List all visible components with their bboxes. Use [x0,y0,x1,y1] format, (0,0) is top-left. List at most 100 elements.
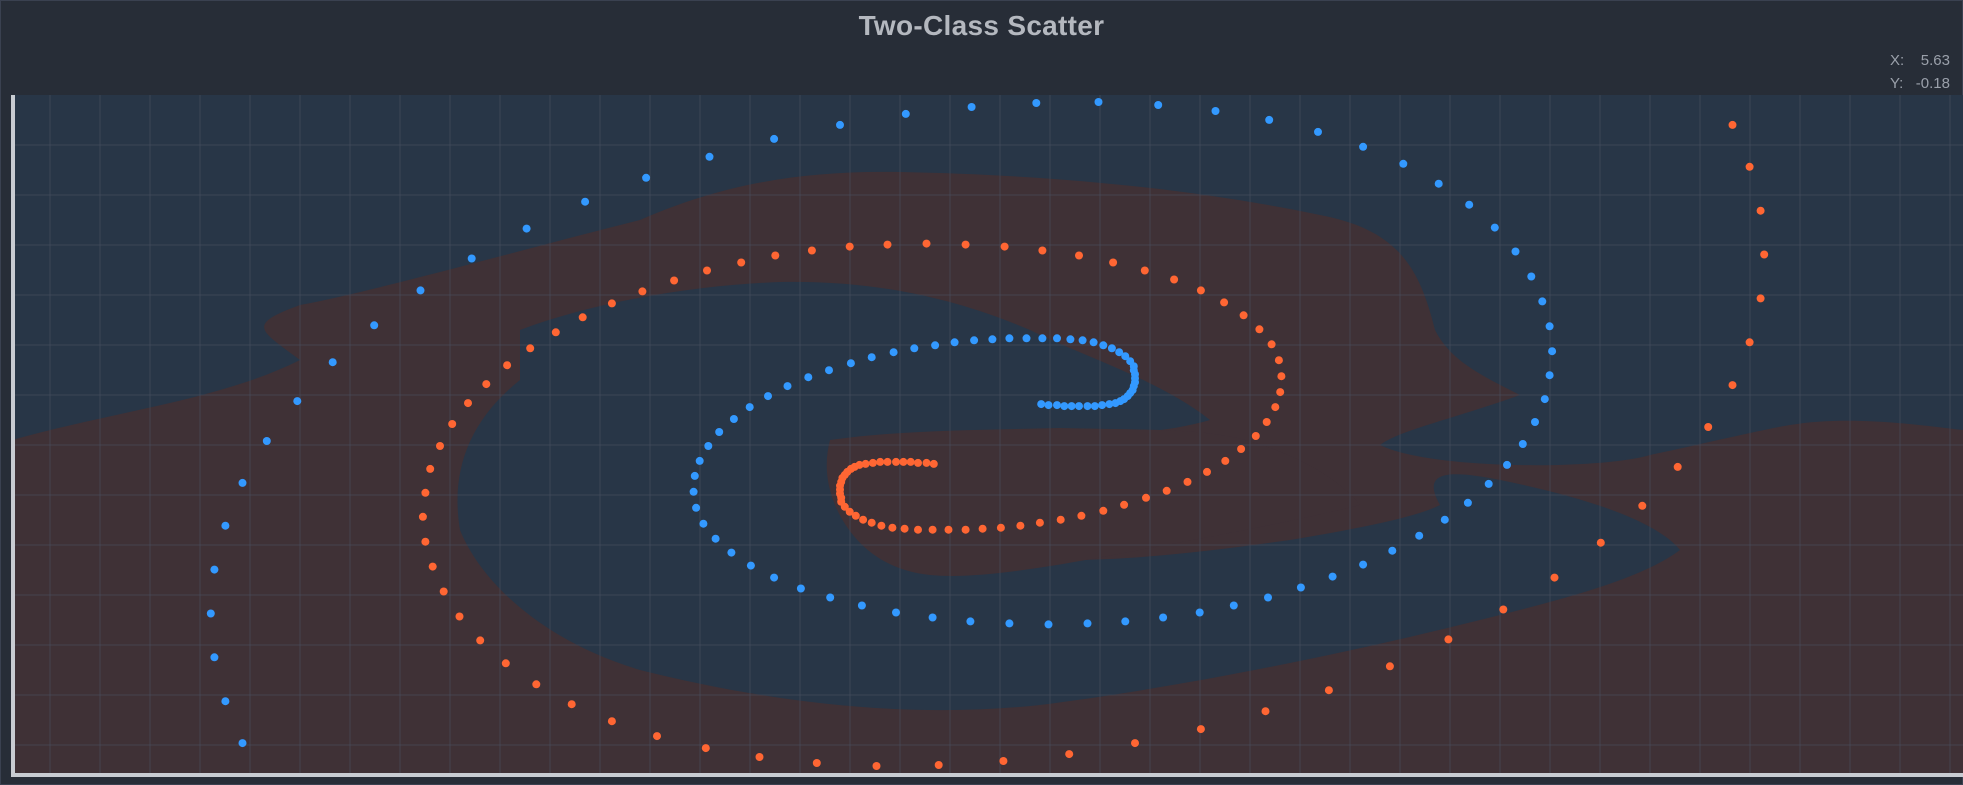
scatter-point-class-a [1067,402,1076,411]
scatter-point-class-a [1314,127,1322,136]
scatter-point-class-a [1089,338,1098,347]
scatter-point-class-b [999,757,1008,765]
scatter-point-class-b [1638,501,1647,510]
scatter-point-class-a [581,197,590,206]
scatter-point-class-b [436,442,444,450]
scatter-point-class-a [1264,593,1272,602]
scatter-point-class-a [804,373,813,382]
scatter-point-class-b [1065,750,1074,759]
scatter-point-class-b [1075,251,1083,260]
scatter-point-class-b [670,276,679,285]
scatter-point-class-a [467,254,476,263]
scatter-point-class-a [1265,115,1274,124]
scatter-point-class-b [1056,515,1065,524]
scatter-point-class-b [455,612,464,621]
scatter-point-class-b [922,458,931,467]
scatter-point-class-a [770,134,779,143]
scatter-point-class-a [1005,334,1014,343]
scatter-point-class-b [1499,605,1508,614]
scatter-point-class-b [1267,340,1276,349]
scatter-point-class-b [1251,432,1260,440]
scatter-point-class-a [1060,402,1069,411]
scatter-point-class-b [900,524,909,533]
scatter-point-class-a [931,341,940,350]
scatter-point-class-a [889,348,898,357]
scatter-point-class-a [1195,608,1204,617]
scatter-point-class-b [439,587,448,596]
scatter-point-class-b [996,523,1005,532]
scatter-point-class-a [1053,334,1061,343]
scatter-point-class-a [1115,348,1124,357]
scatter-point-class-b [1728,120,1737,129]
scatter-point-class-a [1434,179,1443,188]
scatter-point-class-b [1324,686,1333,695]
scatter-point-class-a [1066,335,1075,344]
scatter-point-class-a [966,617,975,626]
scatter-point-class-a [1538,297,1547,306]
scatter-point-class-a [704,442,713,450]
scatter-point-class-a [745,403,754,412]
scatter-point-class-a [1531,418,1539,426]
scatter-point-class-b [482,380,491,389]
scatter-point-class-b [851,511,860,520]
scatter-point-class-b [872,762,881,770]
scatter-point-class-a [715,428,724,436]
scatter-point-class-b [755,753,764,761]
scatter-point-class-a [1328,572,1337,581]
scatter-point-class-b [1262,418,1271,426]
scatter-point-class-a [1296,583,1305,592]
scatter-point-class-b [928,525,937,534]
scatter-point-class-a [796,584,805,593]
scatter-point-class-b [1221,456,1230,465]
scatter-point-class-b [1183,477,1192,486]
scatter-point-class-a [1090,402,1099,411]
scatter-point-class-a [689,487,698,496]
scatter-point-class-b [578,313,587,322]
scatter-point-class-b [1196,286,1205,295]
scatter-point-class-b [1162,486,1171,495]
scatter-point-class-b [1140,266,1149,275]
scatter-point-class-a [238,478,247,487]
scatter-point-class-b [418,512,427,521]
scatter-point-class-b [421,537,430,546]
scatter-point-class-a [836,120,844,129]
scatter-point-class-a [746,561,755,570]
scatter-point-class-a [699,519,708,528]
scatter-point-class-b [464,399,472,408]
scatter-point-class-a [764,392,772,401]
scatter-point-class-a [328,358,337,367]
scatter-point-class-b [978,524,987,533]
scatter-point-class-b [807,246,816,255]
scatter-point-class-a [1540,395,1549,404]
scatter-point-class-a [1415,531,1424,540]
scatter-point-class-b [1016,521,1025,530]
scatter-point-class-b [701,744,710,753]
scatter-point-class-b [1385,662,1394,671]
scatter-point-class-b [934,761,943,769]
scatter-point-class-b [1704,423,1713,431]
scatter-point-class-a [826,593,835,602]
scatter-point-class-b [914,525,922,534]
scatter-point-class-b [1099,506,1108,515]
scatter-point-class-b [1444,635,1453,644]
scatter-point-class-a [1527,272,1536,281]
scatter-point-class-a [727,548,736,557]
scatter-point-class-b [771,251,780,260]
scatter-point-class-b [1550,573,1559,582]
scatter-point-class-a [1038,334,1047,343]
scatter-point-class-a [1032,99,1041,107]
scatter-point-class-b [845,242,854,251]
scatter-point-class-a [1044,620,1053,629]
scatter-point-class-b [1728,381,1737,390]
scatter-point-class-b [1276,388,1285,397]
scatter-point-class-a [221,521,230,530]
plot-area[interactable] [0,0,1963,785]
scatter-point-class-b [883,457,892,466]
scatter-point-class-a [1359,142,1368,151]
scatter-point-class-b [1756,294,1765,303]
scatter-point-class-b [1038,246,1047,255]
scatter-point-class-a [1105,400,1114,409]
scatter-point-class-a [1005,619,1014,628]
scatter-point-class-b [1109,258,1118,267]
scatter-point-class-a [950,338,959,347]
